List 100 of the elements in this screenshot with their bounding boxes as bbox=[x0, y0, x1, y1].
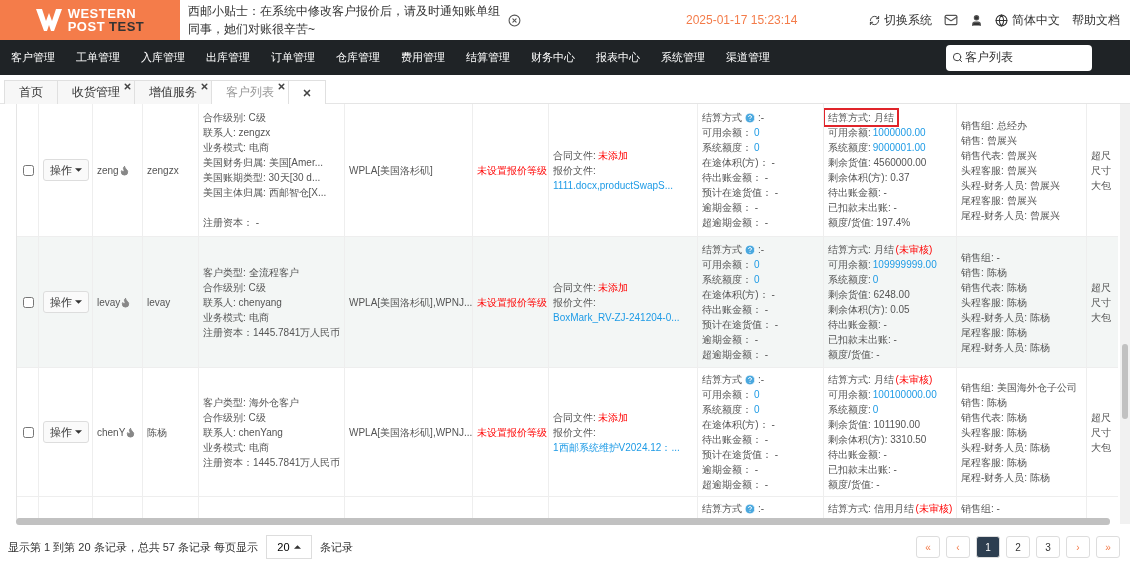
close-icon[interactable] bbox=[508, 13, 521, 27]
close-icon bbox=[302, 87, 312, 98]
field-label: 可用余额: bbox=[828, 126, 871, 140]
field-label: 报价文件: bbox=[553, 295, 596, 310]
field-value: :- bbox=[758, 373, 765, 387]
field-label: 业务模式: 电商 bbox=[203, 141, 269, 155]
field-label: 销售代表: 陈杨 bbox=[961, 410, 1027, 425]
logo-text: WESTERN bbox=[67, 7, 138, 20]
refresh-icon bbox=[869, 14, 880, 26]
vertical-scrollbar[interactable] bbox=[1120, 104, 1130, 524]
field-label: 可用余额: bbox=[828, 388, 871, 402]
tab[interactable]: 增值服务 bbox=[134, 80, 212, 104]
switch-system-link[interactable]: 切换系统 bbox=[869, 11, 932, 29]
close-icon[interactable] bbox=[200, 82, 209, 91]
field-label: 销售组: 美国海外仓子公司 bbox=[961, 380, 1077, 395]
field-label: 结算方式 bbox=[702, 373, 742, 387]
row-checkbox[interactable] bbox=[23, 296, 34, 308]
nav-item[interactable]: 报表中心 bbox=[596, 50, 640, 65]
nav-item[interactable]: 订单管理 bbox=[271, 50, 315, 65]
field-label: 剩余体积(方): 3310.50 bbox=[828, 433, 927, 447]
field-label: 可用余额： bbox=[702, 388, 752, 402]
field-label: 合同文件: bbox=[553, 280, 596, 295]
help-icon[interactable] bbox=[744, 111, 756, 124]
logo-mark-icon bbox=[35, 9, 62, 31]
pagination-label: 条记录 bbox=[320, 539, 353, 555]
status-note: (未审核) bbox=[895, 243, 933, 257]
field-label: 预计在途货值： - bbox=[702, 318, 779, 332]
language-selector[interactable]: 简体中文 bbox=[995, 11, 1060, 29]
table-cell-text: levay bbox=[147, 295, 172, 310]
field-label: 待出账金额： - bbox=[702, 433, 769, 447]
field-label: 系统额度: bbox=[828, 141, 871, 155]
field-label: 结算方式: 信用月结 bbox=[828, 502, 914, 516]
field-label: 合作级别: C级 bbox=[203, 410, 266, 425]
field-label: 待出账金额: - bbox=[828, 186, 887, 200]
field-label: 超逾期金额： - bbox=[702, 216, 769, 230]
field-label: 剩余货值: 4560000.00 bbox=[828, 156, 927, 170]
nav-item[interactable]: 费用管理 bbox=[401, 50, 445, 65]
action-dropdown[interactable]: 操作 bbox=[43, 291, 89, 313]
field-label: 超尺 bbox=[1091, 148, 1111, 163]
help-link[interactable]: 帮助文档 bbox=[1072, 11, 1120, 29]
action-dropdown[interactable]: 操作 bbox=[43, 421, 89, 443]
caret-icon bbox=[75, 430, 82, 434]
field-label: 销售组: - bbox=[961, 250, 1000, 265]
mail-icon[interactable] bbox=[944, 13, 958, 27]
nav-item[interactable]: 系统管理 bbox=[661, 50, 705, 65]
nav-item[interactable]: 仓库管理 bbox=[336, 50, 380, 65]
field-label: 剩余体积(方): 0.05 bbox=[828, 303, 910, 317]
tab[interactable]: 收货管理 bbox=[57, 80, 135, 104]
help-icon[interactable] bbox=[744, 373, 756, 386]
tab[interactable]: 首页 bbox=[4, 80, 58, 104]
nav-item[interactable]: 客户管理 bbox=[11, 50, 55, 65]
nav-item[interactable]: 结算管理 bbox=[466, 50, 510, 65]
field-label: 系统额度： bbox=[702, 141, 752, 155]
table-cell-text: levay bbox=[97, 295, 121, 310]
field-label: 联系人: chenYang bbox=[203, 425, 283, 440]
field-label: 头程-财务人员: 曾展兴 bbox=[961, 178, 1060, 193]
field-label: 结算方式 bbox=[702, 243, 742, 257]
field-label: 头程客服: 曾展兴 bbox=[961, 163, 1037, 178]
field-label: 已扣款未出账: - bbox=[828, 463, 897, 477]
field-label: 合同文件: bbox=[553, 410, 596, 425]
field-label: 额度/货值: - bbox=[828, 348, 880, 362]
field-label: 尾程-财务人员: 曾展兴 bbox=[961, 208, 1060, 223]
field-label: 逾期金额： - bbox=[702, 333, 759, 347]
field-label: 逾期金额： - bbox=[702, 463, 759, 477]
close-icon[interactable] bbox=[277, 82, 286, 91]
page-button[interactable]: 2 bbox=[1006, 536, 1030, 558]
field-label: 结算方式 bbox=[702, 502, 742, 516]
nav-item[interactable]: 出库管理 bbox=[206, 50, 250, 65]
field-label: 美国主体归属: 西邮智仓[X... bbox=[203, 186, 327, 200]
field-label: 已扣款未出账: - bbox=[828, 333, 897, 347]
field-label: 超尺 bbox=[1091, 280, 1111, 295]
field-label: 联系人: zengzx bbox=[203, 126, 271, 140]
table-cell-text: zengzx bbox=[147, 163, 180, 178]
action-dropdown[interactable]: 操作 bbox=[43, 159, 89, 181]
page-button[interactable]: 1 bbox=[976, 536, 1000, 558]
nav-item[interactable]: 财务中心 bbox=[531, 50, 575, 65]
caret-icon bbox=[75, 300, 82, 304]
field-label: 尺寸 bbox=[1091, 163, 1111, 178]
field-label: 待出账金额: - bbox=[828, 318, 887, 332]
horizontal-scrollbar[interactable] bbox=[16, 518, 1110, 525]
field-label: 剩余体积(方): 0.37 bbox=[828, 171, 910, 185]
user-icon[interactable] bbox=[970, 13, 983, 27]
nav-item[interactable]: 入库管理 bbox=[141, 50, 185, 65]
row-checkbox[interactable] bbox=[23, 164, 34, 176]
field-label: 大包 bbox=[1091, 310, 1111, 325]
page-button[interactable]: 3 bbox=[1036, 536, 1060, 558]
row-checkbox[interactable] bbox=[23, 426, 34, 438]
page-size-select[interactable]: 20 bbox=[266, 535, 312, 559]
close-icon[interactable] bbox=[123, 82, 132, 91]
search-field[interactable]: 客户列表 bbox=[946, 44, 1092, 71]
field-value: 未添加 bbox=[597, 280, 628, 295]
help-icon[interactable] bbox=[744, 243, 756, 256]
field-value: 未添加 bbox=[597, 410, 628, 425]
nav-item[interactable]: 工单管理 bbox=[76, 50, 120, 65]
help-icon[interactable] bbox=[744, 502, 756, 515]
field-label: 销售: 陈杨 bbox=[961, 395, 1007, 410]
nav-item[interactable]: 渠道管理 bbox=[726, 50, 770, 65]
field-label: 销售组: - bbox=[961, 502, 1000, 516]
field-label: 预计在途货值： - bbox=[702, 186, 779, 200]
field-label: 超逾期金额： - bbox=[702, 348, 769, 362]
